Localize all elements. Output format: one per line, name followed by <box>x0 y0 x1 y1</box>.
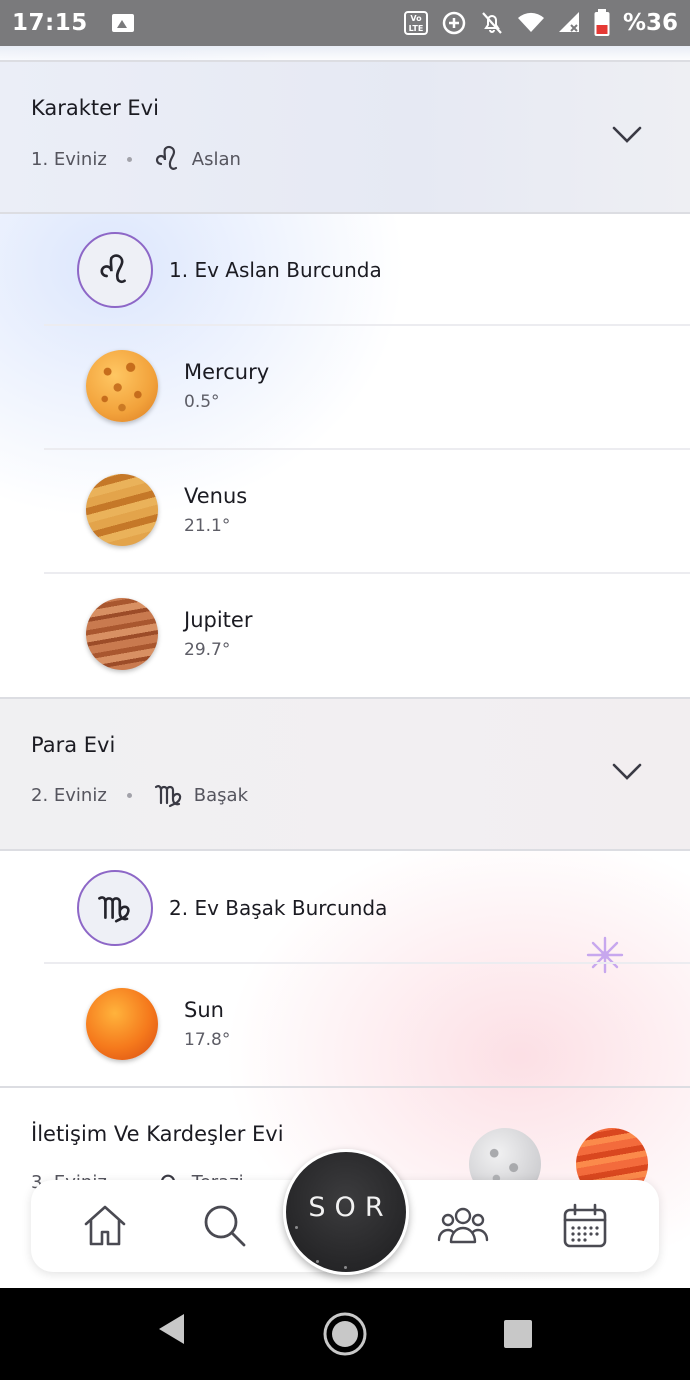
wifi-icon <box>517 12 544 32</box>
house-title: Para Evi <box>31 733 116 757</box>
search-icon <box>204 1205 246 1247</box>
battery-icon <box>594 9 610 36</box>
home-circle-icon[interactable] <box>322 1311 368 1357</box>
nav-calendar[interactable] <box>559 1200 611 1252</box>
virgo-icon <box>98 896 130 923</box>
sign-badge <box>77 870 153 946</box>
leo-icon <box>100 254 126 284</box>
mute-icon <box>482 12 502 34</box>
house-subtitle: 2. Eviniz Başak <box>31 781 248 809</box>
image-icon <box>111 14 134 32</box>
android-nav-bar <box>0 1288 690 1380</box>
chevron-down-icon[interactable] <box>612 126 642 144</box>
calendar-icon <box>563 1203 607 1248</box>
house-section-header-2[interactable]: Para Evi 2. Eviniz Başak <box>0 697 690 851</box>
status-icons: Vo LTE %36 <box>403 8 678 38</box>
svg-text:Vo: Vo <box>410 14 422 23</box>
home-icon <box>84 1205 126 1246</box>
planet-degree: 0.5° <box>184 392 220 412</box>
house-sign: Başak <box>193 784 248 806</box>
data-saver-icon <box>442 11 466 35</box>
houses-list[interactable]: Karakter Evi 1. Eviniz Aslan 1. Ev Aslan… <box>0 46 690 1288</box>
house-sign-label: 1. Ev Aslan Burcunda <box>169 258 382 282</box>
sor-label: SOR <box>308 1191 393 1223</box>
planet-degree: 17.8° <box>184 1030 231 1050</box>
planet-row-venus[interactable]: Venus 21.1° <box>44 448 690 572</box>
sor-button[interactable]: SOR <box>283 1149 409 1275</box>
house-sign: Aslan <box>191 148 241 170</box>
jupiter-planet-icon <box>86 598 158 670</box>
sign-badge <box>77 232 153 308</box>
house-section-header-1[interactable]: Karakter Evi 1. Eviniz Aslan <box>0 60 690 214</box>
house-number: 2. Eviniz <box>31 784 107 806</box>
recents-icon[interactable] <box>503 1319 533 1349</box>
volte-lte-icon: VoLTE <box>403 11 428 35</box>
house-number: 1. Eviniz <box>31 148 107 170</box>
sparkle-dot <box>295 1226 298 1229</box>
virgo-icon <box>154 785 181 808</box>
planet-row-sun[interactable]: Sun 17.8° <box>44 962 690 1086</box>
status-time: 17:15 <box>12 10 88 36</box>
svg-text:LTE: LTE <box>409 24 424 33</box>
battery-percent: %36 <box>622 10 678 36</box>
planet-degree: 21.1° <box>184 516 231 536</box>
chevron-down-icon[interactable] <box>612 763 642 781</box>
signal-icon <box>558 12 579 32</box>
planet-name: Sun <box>184 998 224 1022</box>
planet-name: Mercury <box>184 360 270 384</box>
leo-icon <box>155 145 177 170</box>
house-subtitle: 1. Eviniz Aslan <box>31 144 241 174</box>
separator-dot <box>126 156 132 162</box>
back-icon[interactable] <box>156 1312 186 1346</box>
planet-row-mercury[interactable]: Mercury 0.5° <box>44 324 690 448</box>
planet-name: Jupiter <box>184 608 253 632</box>
nav-community[interactable] <box>437 1200 489 1252</box>
nav-search[interactable] <box>199 1200 251 1252</box>
house-title: İletişim Ve Kardeşler Evi <box>31 1122 284 1146</box>
sun-planet-icon <box>86 988 158 1060</box>
planet-degree: 29.7° <box>184 640 231 660</box>
community-icon <box>437 1207 489 1244</box>
planet-row-jupiter[interactable]: Jupiter 29.7° <box>44 572 690 696</box>
mercury-planet-icon <box>86 350 158 422</box>
separator-dot <box>126 792 132 798</box>
house-title: Karakter Evi <box>31 96 159 120</box>
status-bar: 17:15 Vo LTE %36 <box>0 0 690 46</box>
sparkle-dot <box>344 1266 347 1269</box>
planet-name: Venus <box>184 484 248 508</box>
house-sign-row: 1. Ev Aslan Burcunda <box>0 216 690 326</box>
sparkle-dot <box>316 1260 319 1263</box>
venus-planet-icon <box>86 474 158 546</box>
house-sign-label: 2. Ev Başak Burcunda <box>169 896 388 920</box>
nav-home[interactable] <box>79 1200 131 1252</box>
